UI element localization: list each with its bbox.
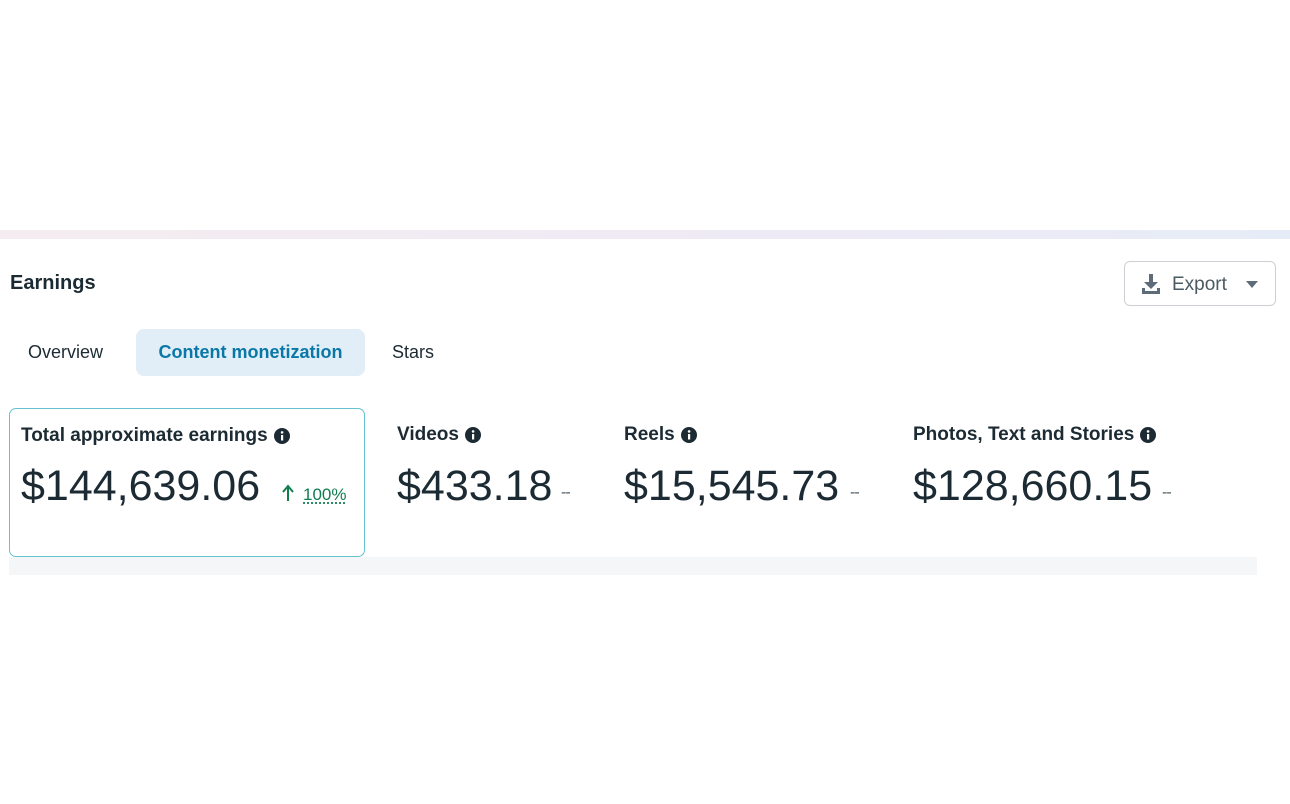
- delta-percent[interactable]: 100%: [303, 485, 346, 504]
- tab-overview[interactable]: Overview: [10, 329, 130, 376]
- earnings-page: Earnings Export Overview Content monetiz…: [0, 0, 1290, 804]
- metric-title-label: Total approximate earnings: [21, 425, 268, 446]
- metric-delta-reels: --: [850, 484, 860, 501]
- section-divider: [0, 230, 1290, 239]
- metric-title-reels: Reels: [624, 424, 697, 446]
- info-icon[interactable]: [1140, 427, 1157, 443]
- chevron-down-icon: [1246, 281, 1258, 288]
- tab-stars[interactable]: Stars: [392, 329, 462, 376]
- download-icon: [1142, 274, 1160, 294]
- metric-title-label: Reels: [624, 424, 675, 445]
- metric-title-label: Photos, Text and Stories: [913, 424, 1135, 445]
- metric-delta-videos: --: [561, 484, 571, 501]
- metric-delta-total: 100%: [281, 484, 346, 505]
- export-label: Export: [1172, 274, 1227, 295]
- metric-value-total: $144,639.06: [21, 462, 261, 510]
- page-title: Earnings: [10, 272, 96, 294]
- metric-value-photos-text-stories: $128,660.15: [913, 462, 1153, 510]
- metric-title-label: Videos: [397, 424, 459, 445]
- chart-area-placeholder: [9, 557, 1257, 575]
- export-button[interactable]: Export: [1124, 261, 1276, 306]
- arrow-up-icon: [282, 484, 294, 501]
- metric-value-reels: $15,545.73: [624, 462, 840, 510]
- metric-title-total: Total approximate earnings: [21, 425, 290, 447]
- info-icon[interactable]: [464, 427, 481, 443]
- metric-value-videos: $433.18: [397, 462, 553, 510]
- metric-title-photos-text-stories: Photos, Text and Stories: [913, 424, 1157, 446]
- metric-title-videos: Videos: [397, 424, 481, 446]
- tab-content-monetization[interactable]: Content monetization: [136, 329, 365, 376]
- metric-delta-photos-text-stories: --: [1162, 484, 1172, 501]
- info-icon[interactable]: [680, 427, 697, 443]
- info-icon[interactable]: [273, 428, 290, 444]
